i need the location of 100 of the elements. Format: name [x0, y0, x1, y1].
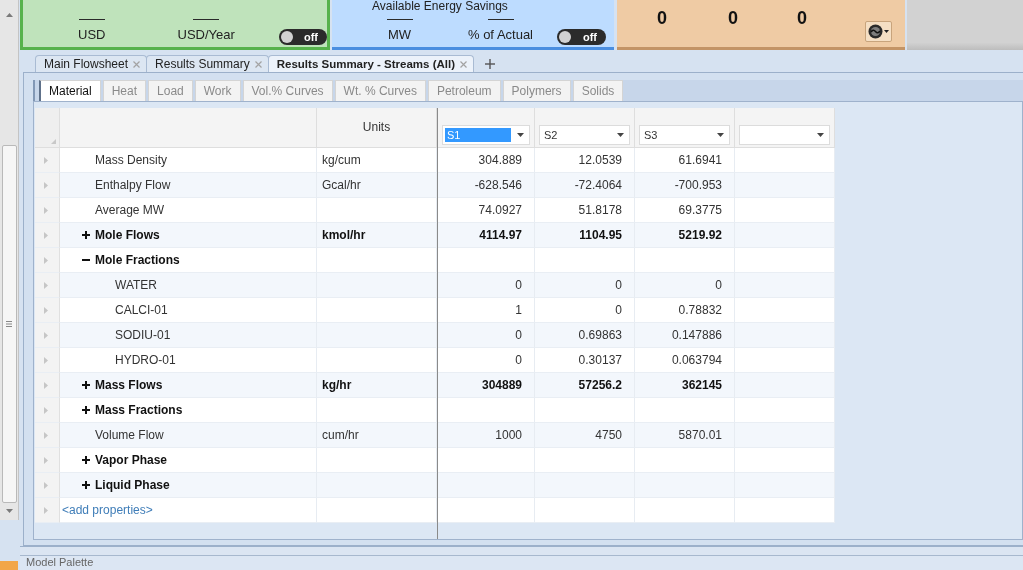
- value-cell: 0: [438, 273, 535, 298]
- property-name: Vapor Phase: [95, 453, 168, 467]
- scroll-up-icon[interactable]: [5, 13, 13, 17]
- triangle-icon: [44, 456, 48, 464]
- corner-header[interactable]: [35, 108, 60, 148]
- stream-dropdown[interactable]: [739, 125, 830, 145]
- value-cell: 0.147886: [635, 323, 735, 348]
- triangle-icon: [44, 256, 48, 264]
- units-cell: cum/hr: [317, 423, 437, 448]
- row-header[interactable]: [35, 173, 60, 198]
- row-header[interactable]: [35, 323, 60, 348]
- splitter-bar[interactable]: [20, 546, 1023, 556]
- row-header[interactable]: [35, 198, 60, 223]
- value-cell: 12.0539: [535, 148, 635, 173]
- caret-icon: [717, 133, 724, 137]
- row-header[interactable]: [35, 448, 60, 473]
- value-cell: 0.78832: [635, 298, 735, 323]
- sheet-tab[interactable]: Vol.% Curves: [242, 80, 333, 101]
- stream-dropdown[interactable]: S1: [442, 125, 530, 145]
- toggle-label: off: [303, 31, 318, 43]
- sheet-tab[interactable]: Wt. % Curves: [334, 80, 426, 101]
- row-header[interactable]: [35, 473, 60, 498]
- stream-name: S1: [445, 128, 511, 142]
- value-cell: 0.063794: [635, 348, 735, 373]
- document-tab[interactable]: Main Flowsheet: [35, 55, 148, 72]
- scrollbar-thumb[interactable]: [1, 145, 17, 503]
- scroll-down-icon[interactable]: [5, 509, 13, 513]
- row-header[interactable]: [35, 273, 60, 298]
- sheet-tab[interactable]: Material: [39, 80, 101, 101]
- unit-label: USD: [78, 27, 106, 42]
- property-name: WATER: [115, 278, 157, 292]
- units-cell: kmol/hr: [317, 223, 437, 248]
- vertical-scrollbar[interactable]: [0, 0, 19, 520]
- row-header[interactable]: [35, 223, 60, 248]
- sheet-tab[interactable]: Petroleum: [427, 80, 501, 101]
- close-icon[interactable]: [133, 60, 141, 68]
- stream-dropdown[interactable]: S2: [539, 125, 630, 145]
- row-header[interactable]: [35, 398, 60, 423]
- toggle-switch[interactable]: off: [557, 29, 606, 45]
- close-icon[interactable]: [254, 60, 262, 68]
- property-name: Volume Flow: [95, 428, 164, 442]
- toggle-switch[interactable]: off: [278, 29, 327, 45]
- value-cell: 0: [535, 298, 635, 323]
- triangle-icon: [44, 181, 48, 189]
- triangle-icon: [44, 431, 48, 439]
- property-name: Mole Fractions: [95, 253, 180, 267]
- close-icon[interactable]: [460, 60, 468, 68]
- sheet-tab[interactable]: Polymers: [502, 80, 571, 101]
- value-cell: 61.6941: [635, 148, 735, 173]
- value-cell: 0: [438, 323, 535, 348]
- plus-icon[interactable]: [82, 456, 90, 464]
- sheet-tab[interactable]: Solids: [572, 80, 624, 101]
- plus-icon[interactable]: [82, 481, 90, 489]
- plus-icon[interactable]: [82, 231, 90, 239]
- row-header[interactable]: [35, 298, 60, 323]
- row-header[interactable]: [35, 423, 60, 448]
- property-name: Average MW: [95, 203, 165, 217]
- document-tab[interactable]: Results Summary - Streams (All): [267, 55, 475, 72]
- row-header[interactable]: [35, 498, 60, 523]
- plus-icon[interactable]: [82, 406, 90, 414]
- minus-icon[interactable]: [82, 256, 90, 264]
- property-name: HYDRO-01: [115, 353, 176, 367]
- row-header[interactable]: [35, 348, 60, 373]
- triangle-icon: [51, 139, 56, 144]
- new-tab-button[interactable]: [483, 56, 498, 72]
- unit-label: % of Actual: [467, 27, 533, 42]
- icon-dropdown-button[interactable]: [865, 21, 892, 42]
- plus-icon[interactable]: [82, 381, 90, 389]
- add-properties-link[interactable]: <add properties>: [62, 503, 153, 517]
- document-tab[interactable]: Results Summary: [146, 55, 269, 72]
- value-cell: 304889: [438, 373, 535, 398]
- stream-name: S2: [543, 128, 559, 142]
- empty-value-line: [193, 19, 220, 20]
- triangle-icon: [44, 506, 48, 514]
- row-header[interactable]: [35, 148, 60, 173]
- triangle-icon: [44, 331, 48, 339]
- sheet-tab[interactable]: Load: [148, 80, 193, 101]
- row-header[interactable]: [35, 373, 60, 398]
- sheet-tab[interactable]: Heat: [102, 80, 147, 101]
- value-cell: 0.30137: [535, 348, 635, 373]
- value-cell: 1000: [438, 423, 535, 448]
- value-cell: 0: [635, 273, 735, 298]
- triangle-icon: [44, 381, 48, 389]
- triangle-icon: [44, 281, 48, 289]
- palette-title: Model Palette: [26, 556, 94, 569]
- property-name: SODIU-01: [115, 328, 171, 342]
- value-cell: -700.953: [635, 173, 735, 198]
- stream-dropdown[interactable]: S3: [639, 125, 730, 145]
- property-name: CALCI-01: [115, 303, 168, 317]
- value-cell: 0: [438, 348, 535, 373]
- row-header[interactable]: [35, 248, 60, 273]
- unit-label: USD/Year: [177, 27, 235, 42]
- value-cell: 69.3775: [635, 198, 735, 223]
- value-cell: 304.889: [438, 148, 535, 173]
- triangle-icon: [44, 206, 48, 214]
- caret-icon: [617, 133, 624, 137]
- tab-handle[interactable]: [0, 561, 18, 570]
- value-cell: 57256.2: [535, 373, 635, 398]
- circle-wave-icon: [868, 24, 883, 39]
- sheet-tab[interactable]: Work: [194, 80, 241, 101]
